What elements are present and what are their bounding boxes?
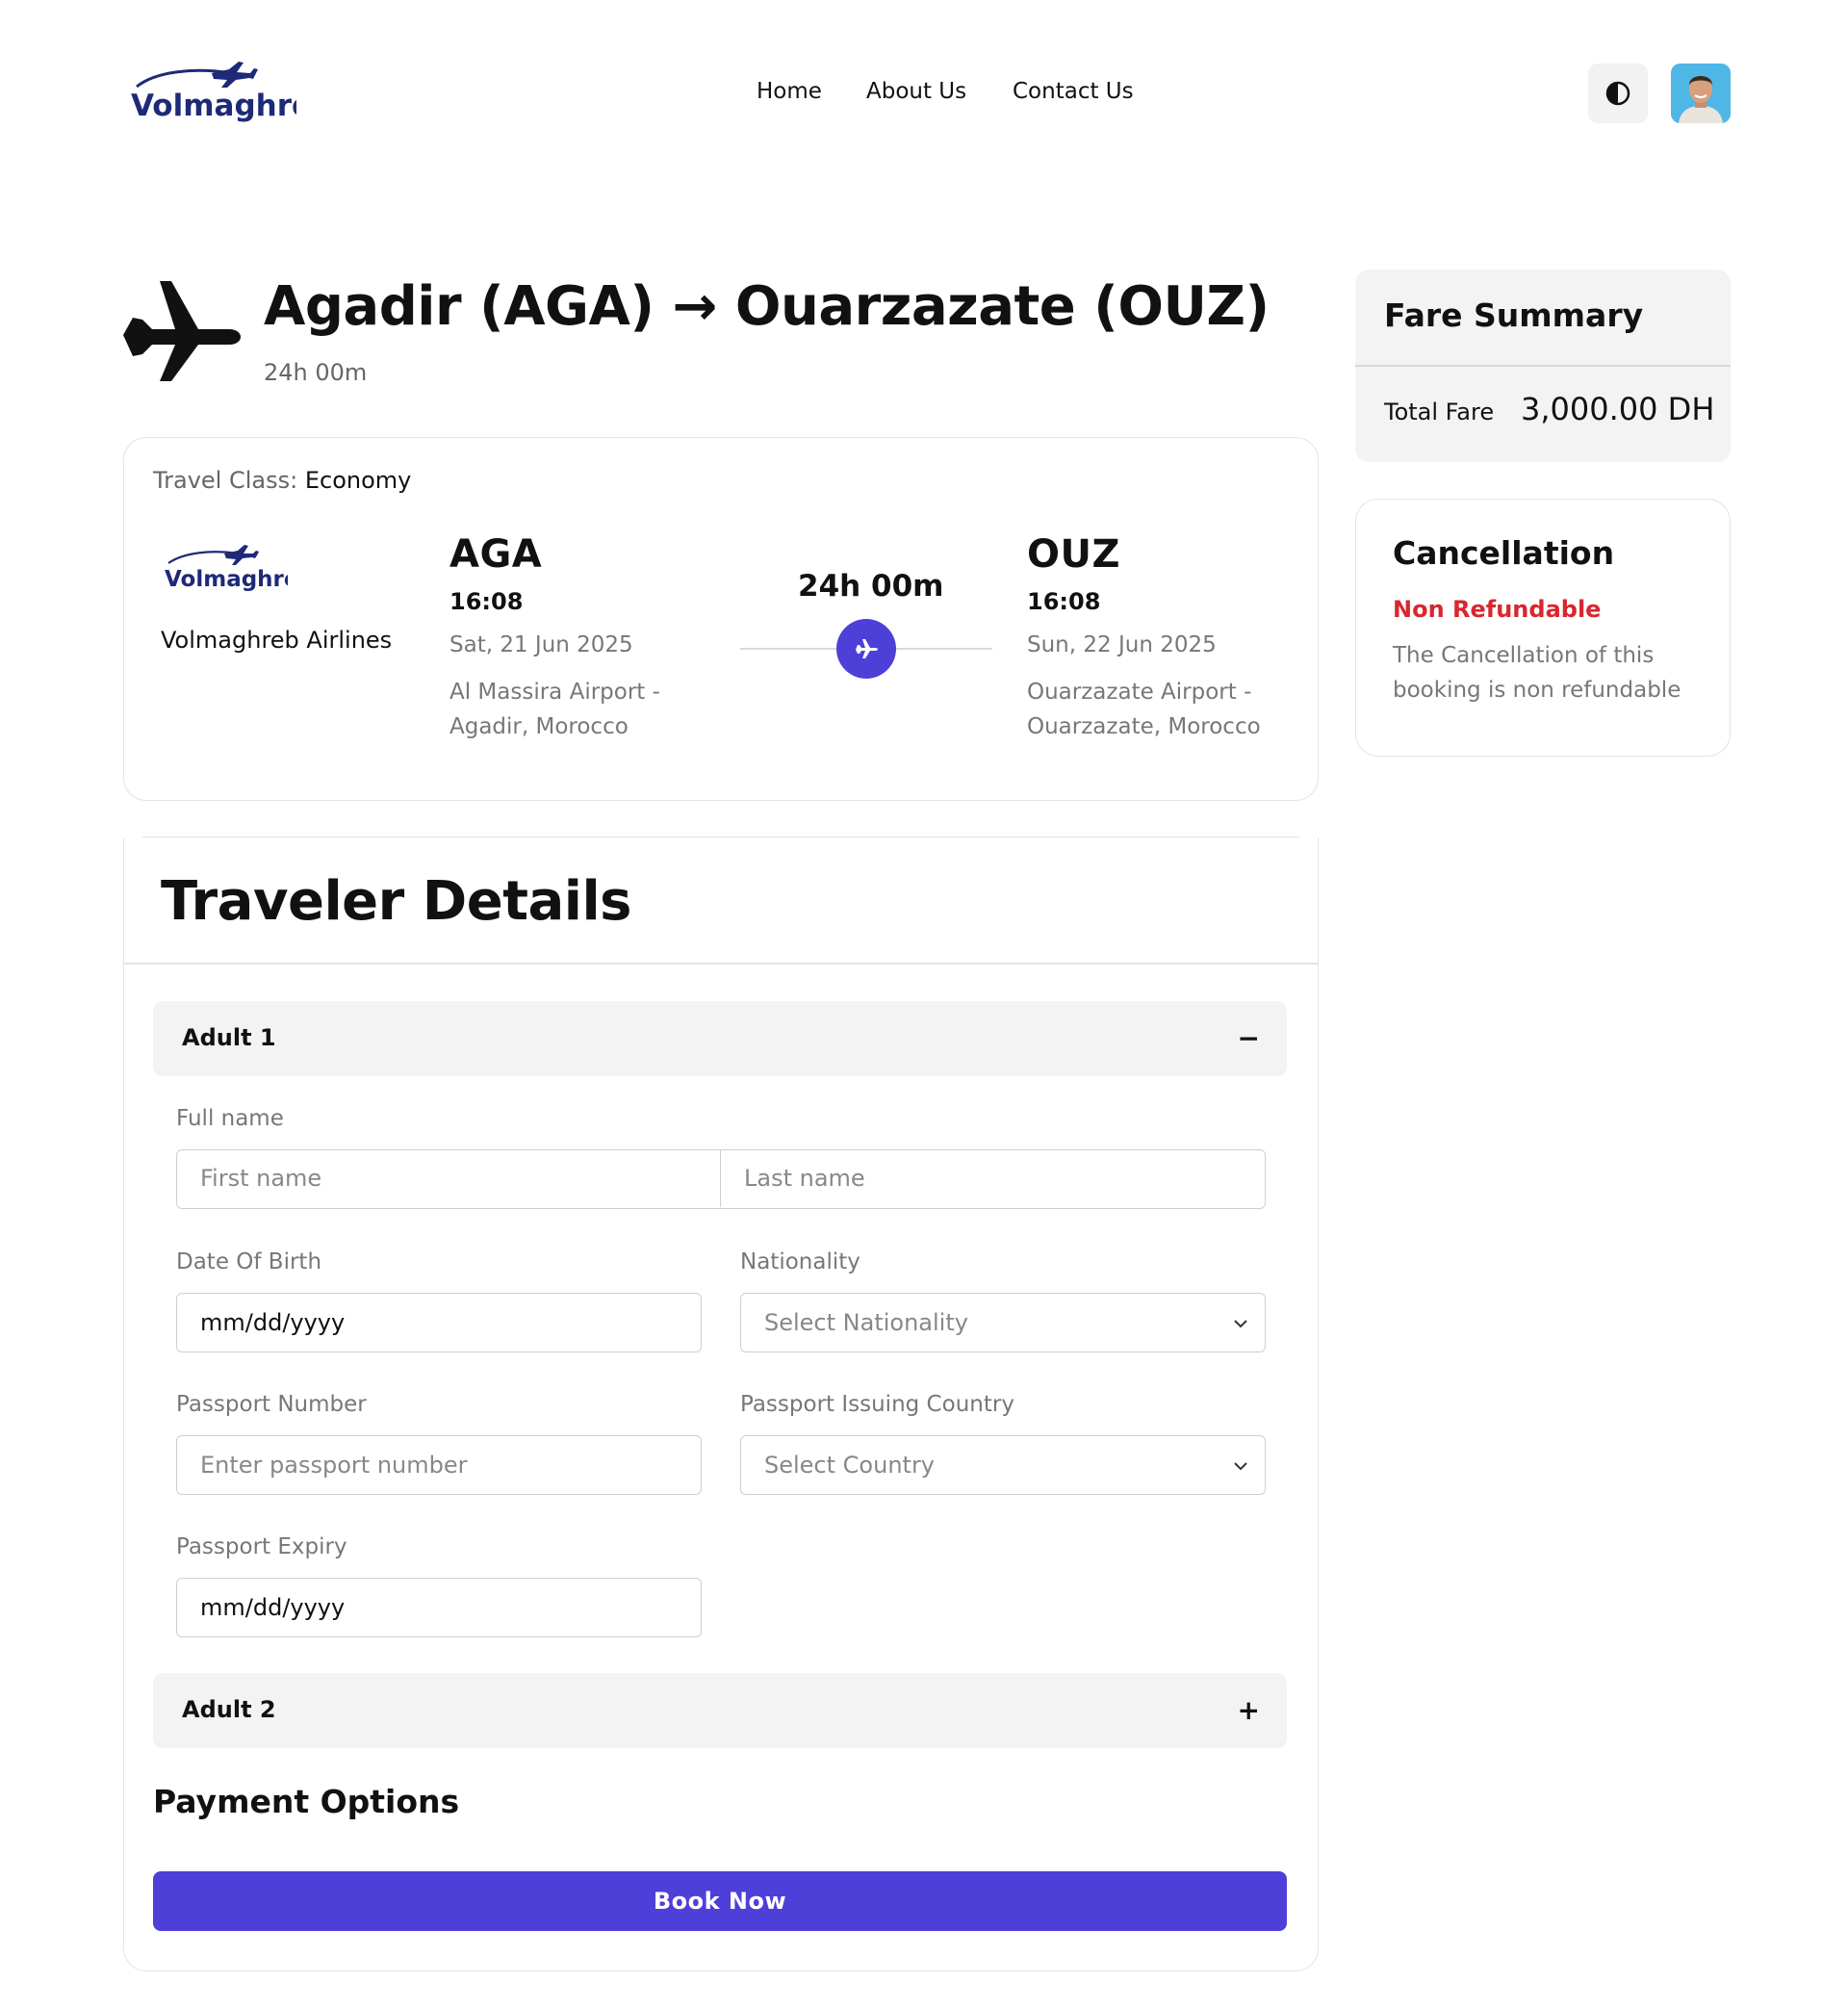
cancellation-card: Cancellation Non Refundable The Cancella… (1355, 499, 1731, 757)
arrival-segment: OUZ 16:08 Sun, 22 Jun 2025 Ouarzazate Ai… (1027, 532, 1277, 744)
arrival-date: Sun, 22 Jun 2025 (1027, 632, 1217, 657)
user-avatar[interactable] (1671, 64, 1731, 123)
passport-number-input[interactable]: Enter passport number (176, 1435, 702, 1495)
flight-duration: 24h 00m (798, 569, 944, 604)
traveler-details-title: Traveler Details (161, 870, 631, 933)
nav-home[interactable]: Home (757, 79, 822, 104)
chevron-down-icon (1234, 1462, 1247, 1471)
airplane-icon (121, 275, 241, 385)
arrival-time: 16:08 (1027, 588, 1101, 615)
full-name-label: Full name (176, 1106, 284, 1131)
total-fare-label: Total Fare (1384, 399, 1495, 425)
nationality-label: Nationality (740, 1249, 860, 1274)
accordion-adult-2[interactable]: Adult 2 + (153, 1673, 1287, 1748)
passport-expiry-input[interactable]: mm/dd/yyyy (176, 1578, 702, 1637)
airline-name: Volmaghreb Airlines (161, 627, 393, 654)
passport-country-select[interactable]: Select Country (740, 1435, 1266, 1495)
departure-airport: Al Massira Airport - Agadir, Morocco (449, 680, 660, 739)
departure-date: Sat, 21 Jun 2025 (449, 632, 633, 657)
expand-icon[interactable]: + (1238, 1694, 1260, 1726)
cancellation-description: The Cancellation of this booking is non … (1393, 643, 1681, 703)
arrival-airport: Ouarzazate Airport - Ouarzazate, Morocco (1027, 680, 1261, 739)
fare-summary-title: Fare Summary (1384, 296, 1644, 334)
divider (1355, 365, 1731, 367)
traveler-details-card: Traveler Details Adult 1 − Full name Fir… (123, 837, 1319, 1971)
book-now-button[interactable]: Book Now (153, 1871, 1287, 1931)
theme-toggle-button[interactable] (1588, 64, 1648, 123)
full-name-group: First name Last name (176, 1149, 1266, 1209)
refund-status: Non Refundable (1393, 596, 1602, 623)
svg-text:Volmaghreb: Volmaghreb (165, 567, 288, 592)
passport-number-label: Passport Number (176, 1392, 367, 1417)
airplane-icon (836, 619, 896, 679)
passport-expiry-label: Passport Expiry (176, 1534, 347, 1559)
first-name-input[interactable]: First name (177, 1150, 721, 1207)
main-nav: Home About Us Contact Us (0, 79, 1848, 114)
accordion-label: Adult 2 (182, 1696, 276, 1723)
departure-segment: AGA 16:08 Sat, 21 Jun 2025 Al Massira Ai… (449, 532, 700, 744)
travel-class: Travel Class: Economy (153, 467, 412, 494)
theme-toggle-icon (1605, 81, 1630, 106)
airline-logo: Volmaghreb (163, 544, 315, 594)
total-fare-value: 3,000.00 DH (1521, 391, 1715, 427)
cancellation-title: Cancellation (1393, 534, 1615, 572)
accordion-adult-1[interactable]: Adult 1 − (153, 1001, 1287, 1076)
route-duration: 24h 00m (264, 359, 368, 386)
nationality-select[interactable]: Select Nationality (740, 1293, 1266, 1352)
collapse-icon[interactable]: − (1238, 1022, 1260, 1054)
route-title: Agadir (AGA) → Ouarzazate (OUZ) (264, 275, 1270, 338)
departure-time: 16:08 (449, 588, 524, 615)
nav-about[interactable]: About Us (866, 79, 966, 104)
flight-details-card: Travel Class: Economy Volmaghreb Volmagh… (123, 437, 1319, 801)
fare-summary-card: Fare Summary Total Fare 3,000.00 DH (1355, 270, 1731, 462)
dob-label: Date Of Birth (176, 1249, 322, 1274)
last-name-input[interactable]: Last name (721, 1150, 1265, 1207)
arrival-code: OUZ (1027, 532, 1120, 577)
chevron-down-icon (1234, 1320, 1247, 1328)
payment-options-title: Payment Options (153, 1783, 460, 1820)
travel-class-value: Economy (304, 467, 412, 494)
accordion-label: Adult 1 (182, 1024, 276, 1051)
divider (124, 963, 1318, 965)
departure-code: AGA (449, 532, 543, 577)
passport-country-label: Passport Issuing Country (740, 1392, 1014, 1417)
dob-input[interactable]: mm/dd/yyyy (176, 1293, 702, 1352)
nav-contact[interactable]: Contact Us (1013, 79, 1134, 104)
